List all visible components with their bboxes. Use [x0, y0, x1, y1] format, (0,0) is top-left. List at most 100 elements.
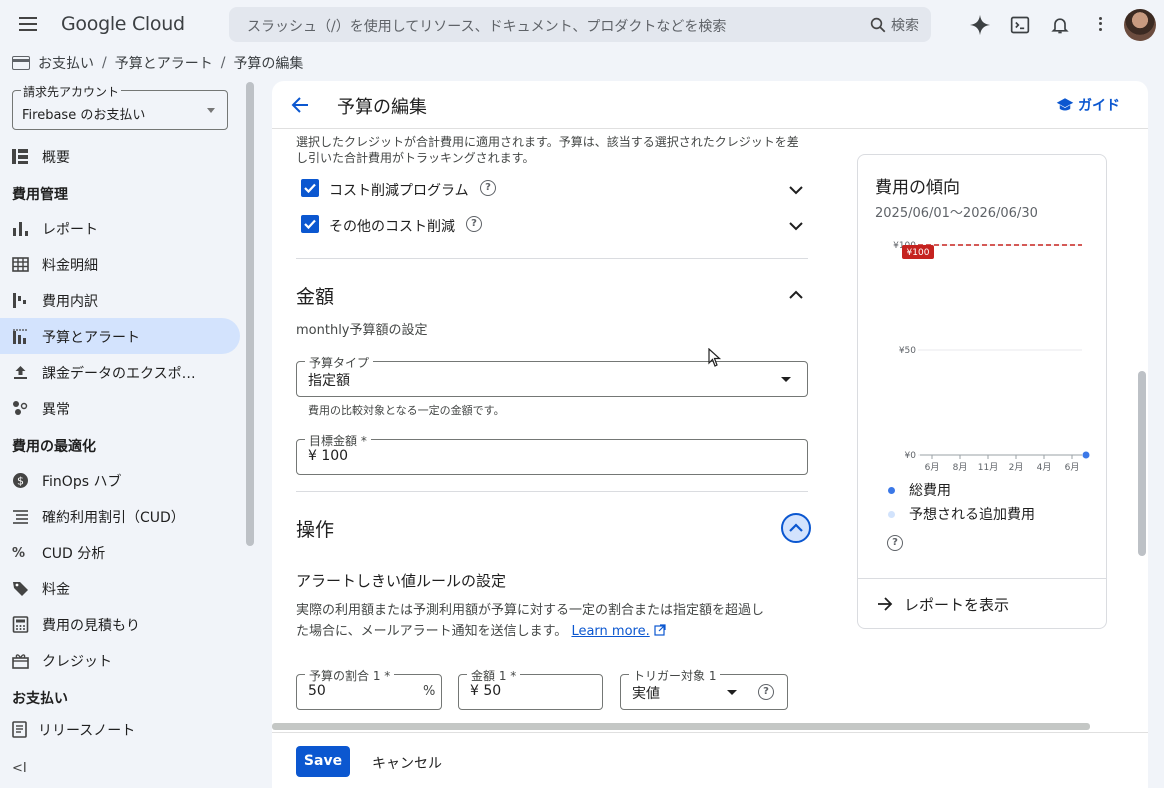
alert-description-line1: 実際の利用額または予測利用額が予算に対する一定の割合または指定額を超過し — [296, 603, 765, 618]
budget-percent-input[interactable]: 予算の割合 1 * 50 % — [296, 667, 442, 710]
guide-label: ガイド — [1078, 98, 1120, 114]
sidebar-item-anomaly[interactable]: 異常 — [0, 390, 444, 426]
sidebar-item-dollar-circle[interactable]: $ FinOps ハブ — [0, 462, 444, 498]
breadcrumb-separator: / — [220, 55, 226, 71]
chevron-down-icon[interactable] — [788, 185, 804, 195]
help-icon[interactable]: ? — [466, 216, 482, 232]
arrow-forward-icon — [878, 597, 893, 611]
trigger-label: トリガー対象 1 — [629, 667, 721, 684]
search-bar[interactable]: スラッシュ（/）を使用してリソース、ドキュメント、プロダクトなどを検索 検索 — [229, 7, 931, 42]
anomaly-icon — [13, 401, 28, 415]
sidebar-item-bar-chart[interactable]: レポート — [0, 210, 444, 246]
billing-account-select[interactable]: 請求先アカウント Firebase のお支払い — [12, 83, 228, 130]
sidebar-item-label: 料金明細 — [42, 258, 98, 274]
alert-threshold-heading: アラートしきい値ルールの設定 — [296, 572, 507, 590]
cancel-button[interactable]: キャンセル — [372, 753, 442, 773]
alert-description: 実際の利用額または予測利用額が予算に対する一定の割合または指定額を超過し た場合… — [296, 600, 816, 642]
breadcrumb-budgets[interactable]: 予算とアラート — [115, 53, 213, 73]
trigger-select[interactable]: トリガー対象 1 実値 ? — [620, 667, 788, 710]
main-scrollbar[interactable] — [1138, 371, 1146, 556]
user-avatar[interactable] — [1124, 9, 1156, 41]
form-footer: Save キャンセル — [272, 732, 1148, 788]
percent-unit: % — [423, 684, 436, 699]
sidebar-item-waterfall[interactable]: 費用内訳 — [0, 282, 444, 318]
sidebar-item-list[interactable]: 確約利用割引（CUD） — [0, 498, 444, 534]
help-icon[interactable]: ? — [887, 535, 903, 551]
dollar-circle-icon: $ — [13, 473, 28, 488]
divider — [296, 491, 808, 492]
sidebar-item-label: 確約利用割引（CUD） — [42, 510, 185, 526]
main-menu-icon[interactable] — [14, 13, 42, 37]
sidebar-scrollbar[interactable] — [246, 82, 254, 546]
sidebar-item-label: リリースノート — [38, 723, 136, 739]
sidebar-item-gift[interactable]: クレジット — [0, 642, 444, 678]
notifications-bell-icon[interactable] — [1048, 13, 1072, 37]
view-report-link[interactable]: レポートを表示 — [858, 578, 1106, 628]
help-icon[interactable]: ? — [480, 180, 496, 196]
alert-amount-input[interactable]: 金額 1 * ¥ 50 — [458, 667, 603, 710]
view-report-label: レポートを表示 — [904, 596, 1010, 614]
check-icon — [304, 183, 316, 194]
search-input[interactable]: スラッシュ（/）を使用してリソース、ドキュメント、プロダクトなどを検索 — [247, 16, 726, 36]
collapse-sidebar-icon[interactable]: <I — [12, 761, 27, 776]
overview-icon — [12, 149, 28, 164]
back-arrow-icon[interactable] — [290, 95, 310, 115]
chevron-up-icon — [789, 523, 803, 532]
chevron-up-icon[interactable] — [788, 290, 804, 300]
sidebar-item-overview[interactable]: 概要 — [0, 138, 444, 174]
help-icon[interactable]: ? — [758, 684, 774, 700]
budget-type-select[interactable]: 予算タイプ 指定額 — [296, 354, 808, 397]
search-button[interactable]: 検索 — [869, 13, 919, 36]
chevron-down-icon[interactable] — [788, 221, 804, 231]
sidebar-item-release-notes[interactable]: リリースノート — [0, 711, 240, 747]
budget-type-label: 予算タイプ — [305, 354, 374, 371]
cost-reduction-program-checkbox[interactable] — [301, 179, 319, 197]
other-savings-checkbox[interactable] — [301, 215, 319, 233]
sidebar-item-label: 課金データのエクスポ… — [42, 366, 196, 382]
breadcrumb-edit-budget: 予算の編集 — [233, 56, 304, 72]
external-link-icon — [654, 624, 666, 636]
legend-swatch-forecast — [888, 510, 895, 518]
target-amount-label: 目標金額 * — [305, 432, 371, 449]
legend-forecast: 予想される追加費用 — [888, 504, 1035, 524]
sidebar-item-label: 予算とアラート — [42, 330, 140, 346]
sidebar-item-upload[interactable]: 課金データのエクスポ… — [0, 354, 444, 390]
alert-description-line2: た場合に、メールアラート通知を送信します。 Learn more. — [296, 621, 816, 642]
sidebar-item-label: 料金 — [42, 582, 70, 598]
target-amount-input[interactable]: 目標金額 * ¥ 100 — [296, 432, 808, 475]
dropdown-arrow-icon — [727, 690, 737, 695]
dropdown-arrow-icon — [781, 377, 791, 382]
sidebar-item-calculator[interactable]: 費用の見積もり — [0, 606, 444, 642]
horizontal-scrollbar[interactable] — [272, 723, 1090, 730]
x-tick-label: 6月 — [1065, 462, 1080, 473]
more-options-icon[interactable] — [1088, 13, 1112, 37]
x-tick-label: 4月 — [1037, 462, 1052, 473]
sidebar-item-tag[interactable]: 料金 — [0, 570, 444, 606]
divider — [296, 258, 808, 259]
amount-subtitle: monthly予算額の設定 — [296, 323, 428, 338]
budget-chart-icon — [13, 329, 28, 344]
release-notes-icon — [12, 721, 27, 738]
calculator-icon — [12, 616, 29, 633]
svg-text:$: $ — [17, 475, 24, 488]
breadcrumb-billing[interactable]: お支払い — [38, 53, 94, 73]
learn-more-link[interactable]: Learn more. — [571, 624, 649, 639]
alert-amount-value: ¥ 50 — [470, 683, 502, 699]
data-point-total-cost — [1082, 451, 1090, 459]
gemini-sparkle-icon[interactable] — [968, 13, 992, 37]
guide-button[interactable]: ガイド — [1056, 95, 1120, 115]
upload-icon — [14, 366, 27, 379]
cost-trend-title: 費用の傾向 — [875, 178, 960, 198]
sidebar-item-table[interactable]: 料金明細 — [0, 246, 444, 282]
other-savings-label: その他のコスト削減 — [329, 219, 455, 235]
waterfall-icon — [13, 293, 26, 308]
breadcrumb: お支払い / 予算とアラート / 予算の編集 — [12, 54, 303, 72]
sidebar-item-label: レポート — [42, 222, 98, 238]
sidebar-item-percent[interactable]: % CUD 分析 — [0, 534, 444, 570]
actions-collapse-button[interactable] — [781, 513, 811, 543]
budget-type-value: 指定額 — [308, 373, 350, 389]
save-button[interactable]: Save — [296, 746, 350, 777]
cloud-shell-icon[interactable] — [1008, 13, 1032, 37]
sidebar-item-budget-chart[interactable]: 予算とアラート — [0, 318, 444, 354]
google-cloud-logo[interactable]: Google Cloud — [61, 13, 185, 35]
